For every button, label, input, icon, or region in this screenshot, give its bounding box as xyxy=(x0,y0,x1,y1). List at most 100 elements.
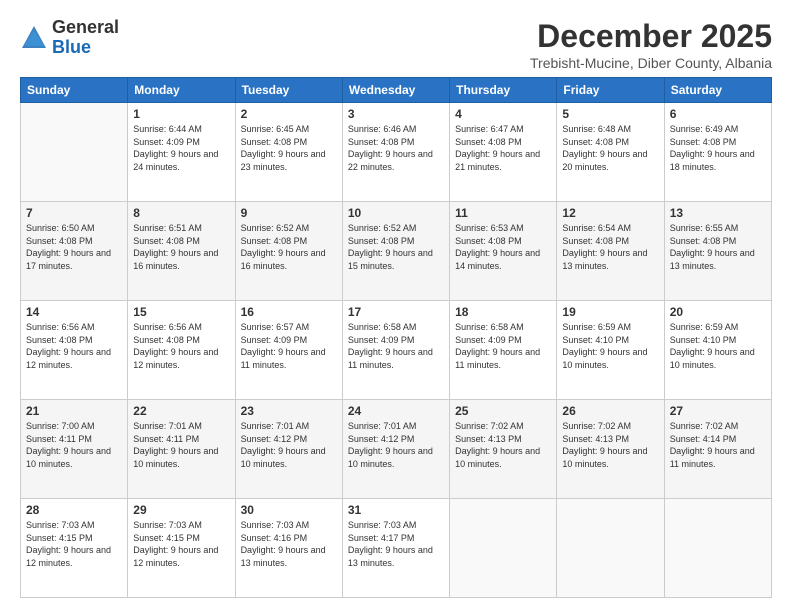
logo-icon xyxy=(20,24,48,52)
day-info: Sunrise: 6:51 AM Sunset: 4:08 PM Dayligh… xyxy=(133,222,229,272)
day-number: 7 xyxy=(26,206,122,220)
day-info: Sunrise: 6:50 AM Sunset: 4:08 PM Dayligh… xyxy=(26,222,122,272)
day-number: 4 xyxy=(455,107,551,121)
day-info: Sunrise: 7:00 AM Sunset: 4:11 PM Dayligh… xyxy=(26,420,122,470)
day-number: 27 xyxy=(670,404,766,418)
calendar-week-row: 28 Sunrise: 7:03 AM Sunset: 4:15 PM Dayli… xyxy=(21,499,772,598)
calendar-week-row: 14 Sunrise: 6:56 AM Sunset: 4:08 PM Dayli… xyxy=(21,301,772,400)
day-info: Sunrise: 7:02 AM Sunset: 4:14 PM Dayligh… xyxy=(670,420,766,470)
table-row: 3 Sunrise: 6:46 AM Sunset: 4:08 PM Daylig… xyxy=(342,103,449,202)
table-row xyxy=(557,499,664,598)
day-info: Sunrise: 6:59 AM Sunset: 4:10 PM Dayligh… xyxy=(670,321,766,371)
title-section: December 2025 Trebisht-Mucine, Diber Cou… xyxy=(530,18,772,71)
table-row: 10Sunrise: 6:52 AM Sunset: 4:08 PM Dayli… xyxy=(342,202,449,301)
day-number: 24 xyxy=(348,404,444,418)
table-row xyxy=(21,103,128,202)
table-row: 9 Sunrise: 6:52 AM Sunset: 4:08 PM Daylig… xyxy=(235,202,342,301)
logo: General Blue xyxy=(20,18,119,58)
day-info: Sunrise: 6:59 AM Sunset: 4:10 PM Dayligh… xyxy=(562,321,658,371)
day-number: 3 xyxy=(348,107,444,121)
day-number: 21 xyxy=(26,404,122,418)
table-row: 26 Sunrise: 7:02 AM Sunset: 4:13 PM Dayli… xyxy=(557,400,664,499)
table-row: 5Sunrise: 6:48 AM Sunset: 4:08 PM Daylig… xyxy=(557,103,664,202)
table-row: 28 Sunrise: 7:03 AM Sunset: 4:15 PM Dayli… xyxy=(21,499,128,598)
table-row: 31 Sunrise: 7:03 AM Sunset: 4:17 PM Dayli… xyxy=(342,499,449,598)
table-row: 21 Sunrise: 7:00 AM Sunset: 4:11 PM Dayli… xyxy=(21,400,128,499)
day-number: 25 xyxy=(455,404,551,418)
day-info: Sunrise: 6:56 AM Sunset: 4:08 PM Dayligh… xyxy=(133,321,229,371)
top-section: General Blue December 2025 Trebisht-Muci… xyxy=(20,18,772,71)
day-info: Sunrise: 6:53 AM Sunset: 4:08 PM Dayligh… xyxy=(455,222,551,272)
header-monday: Monday xyxy=(128,78,235,103)
day-number: 8 xyxy=(133,206,229,220)
table-row: 18Sunrise: 6:58 AM Sunset: 4:09 PM Dayli… xyxy=(450,301,557,400)
table-row: 8 Sunrise: 6:51 AM Sunset: 4:08 PM Daylig… xyxy=(128,202,235,301)
day-info: Sunrise: 6:58 AM Sunset: 4:09 PM Dayligh… xyxy=(455,321,551,371)
logo-general: General xyxy=(52,17,119,37)
calendar-week-row: 21 Sunrise: 7:00 AM Sunset: 4:11 PM Dayli… xyxy=(21,400,772,499)
day-info: Sunrise: 6:54 AM Sunset: 4:08 PM Dayligh… xyxy=(562,222,658,272)
table-row xyxy=(450,499,557,598)
day-number: 31 xyxy=(348,503,444,517)
day-info: Sunrise: 7:01 AM Sunset: 4:12 PM Dayligh… xyxy=(241,420,337,470)
day-number: 10 xyxy=(348,206,444,220)
calendar-week-row: 7 Sunrise: 6:50 AM Sunset: 4:08 PM Daylig… xyxy=(21,202,772,301)
table-row: 20Sunrise: 6:59 AM Sunset: 4:10 PM Dayli… xyxy=(664,301,771,400)
day-number: 13 xyxy=(670,206,766,220)
day-info: Sunrise: 6:46 AM Sunset: 4:08 PM Dayligh… xyxy=(348,123,444,173)
table-row: 27 Sunrise: 7:02 AM Sunset: 4:14 PM Dayli… xyxy=(664,400,771,499)
header-thursday: Thursday xyxy=(450,78,557,103)
day-number: 14 xyxy=(26,305,122,319)
table-row: 12 Sunrise: 6:54 AM Sunset: 4:08 PM Dayli… xyxy=(557,202,664,301)
day-number: 12 xyxy=(562,206,658,220)
day-info: Sunrise: 6:57 AM Sunset: 4:09 PM Dayligh… xyxy=(241,321,337,371)
calendar: Sunday Monday Tuesday Wednesday Thursday… xyxy=(20,77,772,598)
table-row: 6 Sunrise: 6:49 AM Sunset: 4:08 PM Daylig… xyxy=(664,103,771,202)
header-tuesday: Tuesday xyxy=(235,78,342,103)
day-info: Sunrise: 6:56 AM Sunset: 4:08 PM Dayligh… xyxy=(26,321,122,371)
day-info: Sunrise: 6:55 AM Sunset: 4:08 PM Dayligh… xyxy=(670,222,766,272)
header-saturday: Saturday xyxy=(664,78,771,103)
table-row: 30 Sunrise: 7:03 AM Sunset: 4:16 PM Dayli… xyxy=(235,499,342,598)
day-number: 5 xyxy=(562,107,658,121)
day-number: 9 xyxy=(241,206,337,220)
table-row: 17 Sunrise: 6:58 AM Sunset: 4:09 PM Dayli… xyxy=(342,301,449,400)
day-info: Sunrise: 7:02 AM Sunset: 4:13 PM Dayligh… xyxy=(562,420,658,470)
day-number: 28 xyxy=(26,503,122,517)
page: General Blue December 2025 Trebisht-Muci… xyxy=(0,0,792,612)
day-number: 26 xyxy=(562,404,658,418)
table-row: 29Sunrise: 7:03 AM Sunset: 4:15 PM Dayli… xyxy=(128,499,235,598)
header-wednesday: Wednesday xyxy=(342,78,449,103)
day-number: 16 xyxy=(241,305,337,319)
month-year: December 2025 xyxy=(530,18,772,55)
table-row xyxy=(664,499,771,598)
day-number: 1 xyxy=(133,107,229,121)
day-number: 17 xyxy=(348,305,444,319)
table-row: 16 Sunrise: 6:57 AM Sunset: 4:09 PM Dayli… xyxy=(235,301,342,400)
day-info: Sunrise: 6:44 AM Sunset: 4:09 PM Dayligh… xyxy=(133,123,229,173)
day-info: Sunrise: 7:01 AM Sunset: 4:11 PM Dayligh… xyxy=(133,420,229,470)
day-info: Sunrise: 7:02 AM Sunset: 4:13 PM Dayligh… xyxy=(455,420,551,470)
header-friday: Friday xyxy=(557,78,664,103)
day-number: 2 xyxy=(241,107,337,121)
day-number: 15 xyxy=(133,305,229,319)
day-info: Sunrise: 7:03 AM Sunset: 4:16 PM Dayligh… xyxy=(241,519,337,569)
day-number: 6 xyxy=(670,107,766,121)
table-row: 15 Sunrise: 6:56 AM Sunset: 4:08 PM Dayli… xyxy=(128,301,235,400)
day-info: Sunrise: 7:03 AM Sunset: 4:17 PM Dayligh… xyxy=(348,519,444,569)
table-row: 2 Sunrise: 6:45 AM Sunset: 4:08 PM Daylig… xyxy=(235,103,342,202)
table-row: 7 Sunrise: 6:50 AM Sunset: 4:08 PM Daylig… xyxy=(21,202,128,301)
day-info: Sunrise: 6:58 AM Sunset: 4:09 PM Dayligh… xyxy=(348,321,444,371)
day-info: Sunrise: 6:49 AM Sunset: 4:08 PM Dayligh… xyxy=(670,123,766,173)
day-info: Sunrise: 6:47 AM Sunset: 4:08 PM Dayligh… xyxy=(455,123,551,173)
day-info: Sunrise: 7:03 AM Sunset: 4:15 PM Dayligh… xyxy=(26,519,122,569)
table-row: 11Sunrise: 6:53 AM Sunset: 4:08 PM Dayli… xyxy=(450,202,557,301)
day-number: 30 xyxy=(241,503,337,517)
day-info: Sunrise: 6:45 AM Sunset: 4:08 PM Dayligh… xyxy=(241,123,337,173)
location: Trebisht-Mucine, Diber County, Albania xyxy=(530,55,772,71)
table-row: 19Sunrise: 6:59 AM Sunset: 4:10 PM Dayli… xyxy=(557,301,664,400)
table-row: 24Sunrise: 7:01 AM Sunset: 4:12 PM Dayli… xyxy=(342,400,449,499)
day-info: Sunrise: 6:52 AM Sunset: 4:08 PM Dayligh… xyxy=(241,222,337,272)
table-row: 14 Sunrise: 6:56 AM Sunset: 4:08 PM Dayli… xyxy=(21,301,128,400)
header-sunday: Sunday xyxy=(21,78,128,103)
